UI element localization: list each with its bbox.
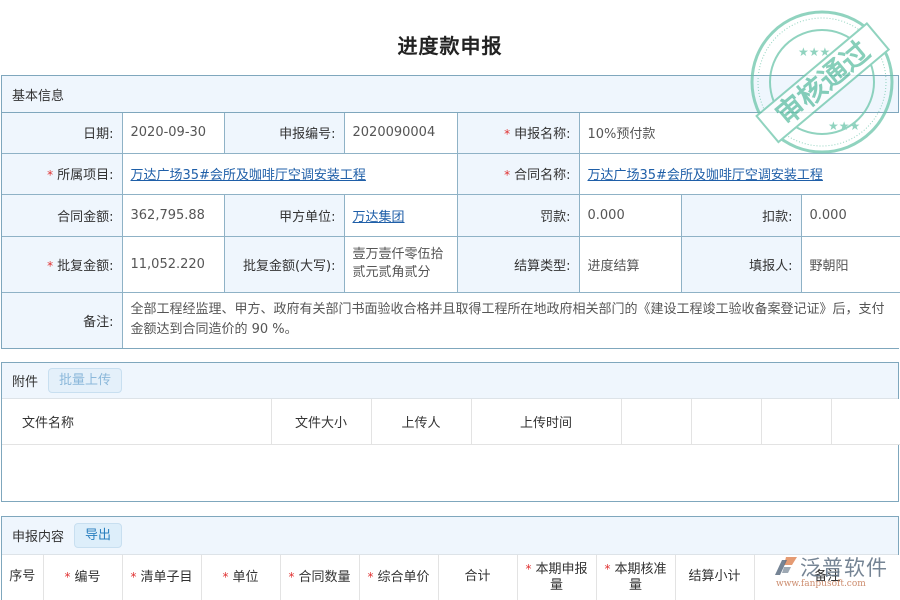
- report-content-title: 申报内容: [12, 530, 65, 545]
- required-mark: *: [525, 561, 532, 576]
- contract-amount-label: 合同金额:: [2, 193, 123, 237]
- attachments-empty-body: [2, 445, 898, 500]
- column-header[interactable]: * 综合单价: [359, 555, 439, 600]
- column-header-label: 合计: [464, 569, 491, 585]
- column-header-label: 本期核准量: [614, 561, 667, 593]
- contract-name-label-text: 合同名称:: [514, 168, 571, 183]
- report-content-panel: 申报内容 导出 序号 * 编号 * 清单子目 * 单位 * 合同数量 * 综合单价 合计 * 本期申报量 *…: [1, 516, 900, 600]
- column-header-label: 本期申报量: [535, 561, 588, 593]
- penalty-value: 0.000: [578, 193, 682, 237]
- settlement-type-label: 结算类型:: [456, 235, 580, 293]
- column-empty: [621, 399, 692, 445]
- approved-amount-value: 11,052.220: [121, 235, 225, 293]
- column-empty: [831, 399, 900, 445]
- export-button[interactable]: 导出: [74, 523, 123, 548]
- required-mark: *: [47, 168, 54, 182]
- required-mark: *: [604, 561, 611, 576]
- column-header-label: 编号: [74, 569, 101, 585]
- column-header-label: 单位: [232, 569, 259, 585]
- column-header-label: 综合单价: [377, 569, 430, 585]
- required-mark: *: [222, 569, 229, 584]
- remark-value: 全部工程经监理、甲方、政府有关部门书面验收合格并且取得工程所在地政府相关部门的《…: [121, 291, 900, 348]
- report-name-value: 10%预付款: [578, 113, 900, 154]
- approved-amount-label-text: 批复金额:: [57, 258, 114, 274]
- column-header[interactable]: * 本期核准量: [596, 555, 676, 600]
- required-mark: *: [367, 569, 374, 584]
- column-header[interactable]: * 合同数量: [280, 555, 360, 600]
- project-value-cell: 万达广场35#会所及咖啡厅空调安装工程: [121, 152, 458, 195]
- required-mark: *: [504, 127, 511, 142]
- column-header[interactable]: * 清单子目: [122, 555, 202, 600]
- basic-info-panel: 基本信息 日期: 2020-09-30 申报编号: 2020090004 * 申报…: [1, 75, 900, 349]
- column-header[interactable]: * 单位: [201, 555, 281, 600]
- contract-name-link[interactable]: 万达广场35#会所及咖啡厅空调安装工程: [588, 168, 823, 183]
- column-header[interactable]: 序号: [2, 555, 44, 600]
- contract-amount-value: 362,795.88: [121, 193, 225, 237]
- approved-amount-upper-value: 壹万壹仟零伍拾贰元贰角贰分: [343, 235, 458, 293]
- column-upload-time[interactable]: 上传时间: [471, 399, 622, 445]
- column-file-name[interactable]: 文件名称: [2, 399, 272, 445]
- required-mark: *: [288, 569, 295, 584]
- report-name-label: * 申报名称:: [456, 113, 580, 154]
- column-empty: [691, 399, 762, 445]
- report-no-label: 申报编号:: [223, 113, 345, 154]
- attachments-title: 附件: [12, 375, 39, 390]
- report-content-table: 序号 * 编号 * 清单子目 * 单位 * 合同数量 * 综合单价 合计 * 本期申报量 * 本期核准量 结算小…: [2, 555, 900, 600]
- batch-upload-button[interactable]: 批量上传: [48, 368, 123, 393]
- contract-name-label: * 合同名称:: [456, 152, 580, 195]
- required-mark: *: [47, 258, 54, 273]
- column-header-label: 备注: [814, 569, 841, 585]
- report-content-header-row: 序号 * 编号 * 清单子目 * 单位 * 合同数量 * 综合单价 合计 * 本期申报量 * 本期核准量 结算小…: [2, 555, 900, 600]
- attachments-panel: 附件 批量上传 文件名称 文件大小 上传人 上传时间: [1, 362, 900, 502]
- column-empty: [761, 399, 832, 445]
- column-header-label: 序号: [9, 569, 36, 585]
- column-header[interactable]: * 编号: [43, 555, 123, 600]
- party-a-value-cell: 万达集团: [343, 193, 458, 237]
- project-link[interactable]: 万达广场35#会所及咖啡厅空调安装工程: [131, 168, 366, 183]
- required-mark: *: [64, 569, 71, 584]
- project-label: * 所属项目:: [2, 152, 123, 195]
- report-no-value: 2020090004: [343, 113, 458, 154]
- column-header[interactable]: * 本期申报量: [517, 555, 597, 600]
- required-mark: *: [130, 569, 137, 584]
- required-mark: *: [504, 168, 511, 182]
- contract-name-value-cell: 万达广场35#会所及咖啡厅空调安装工程: [578, 152, 900, 195]
- party-a-link[interactable]: 万达集团: [353, 210, 405, 225]
- column-header-label: 结算小计: [688, 569, 741, 585]
- party-a-label: 甲方单位:: [223, 193, 345, 237]
- column-uploader[interactable]: 上传人: [371, 399, 472, 445]
- approved-amount-upper-label: 批复金额(大写):: [223, 235, 345, 293]
- basic-info-header: 基本信息: [2, 76, 898, 113]
- project-label-text: 所属项目:: [57, 168, 114, 183]
- date-value: 2020-09-30: [121, 113, 225, 154]
- column-header-label: 合同数量: [298, 569, 351, 585]
- deduction-value: 0.000: [800, 193, 900, 237]
- date-label: 日期:: [2, 113, 123, 154]
- column-header[interactable]: 结算小计: [675, 555, 755, 600]
- attachments-header: 附件 批量上传: [2, 363, 898, 399]
- column-header[interactable]: 合计: [438, 555, 518, 600]
- basic-info-table: 日期: 2020-09-30 申报编号: 2020090004 * 申报名称: 1…: [2, 113, 900, 348]
- page-title: 进度款申报: [397, 34, 503, 58]
- column-header-label: 清单子目: [140, 569, 193, 585]
- reporter-value: 野朝阳: [800, 235, 900, 293]
- settlement-type-value: 进度结算: [578, 235, 682, 293]
- deduction-label: 扣款:: [680, 193, 802, 237]
- attachments-table: 文件名称 文件大小 上传人 上传时间: [2, 399, 900, 445]
- report-content-header: 申报内容 导出: [2, 517, 898, 555]
- reporter-label: 填报人:: [680, 235, 802, 293]
- approved-amount-label: * 批复金额:: [2, 235, 123, 293]
- report-name-label-text: 申报名称:: [514, 127, 571, 143]
- column-file-size[interactable]: 文件大小: [271, 399, 372, 445]
- column-header[interactable]: 备注: [754, 555, 900, 600]
- penalty-label: 罚款:: [456, 193, 580, 237]
- remark-label: 备注:: [2, 291, 123, 348]
